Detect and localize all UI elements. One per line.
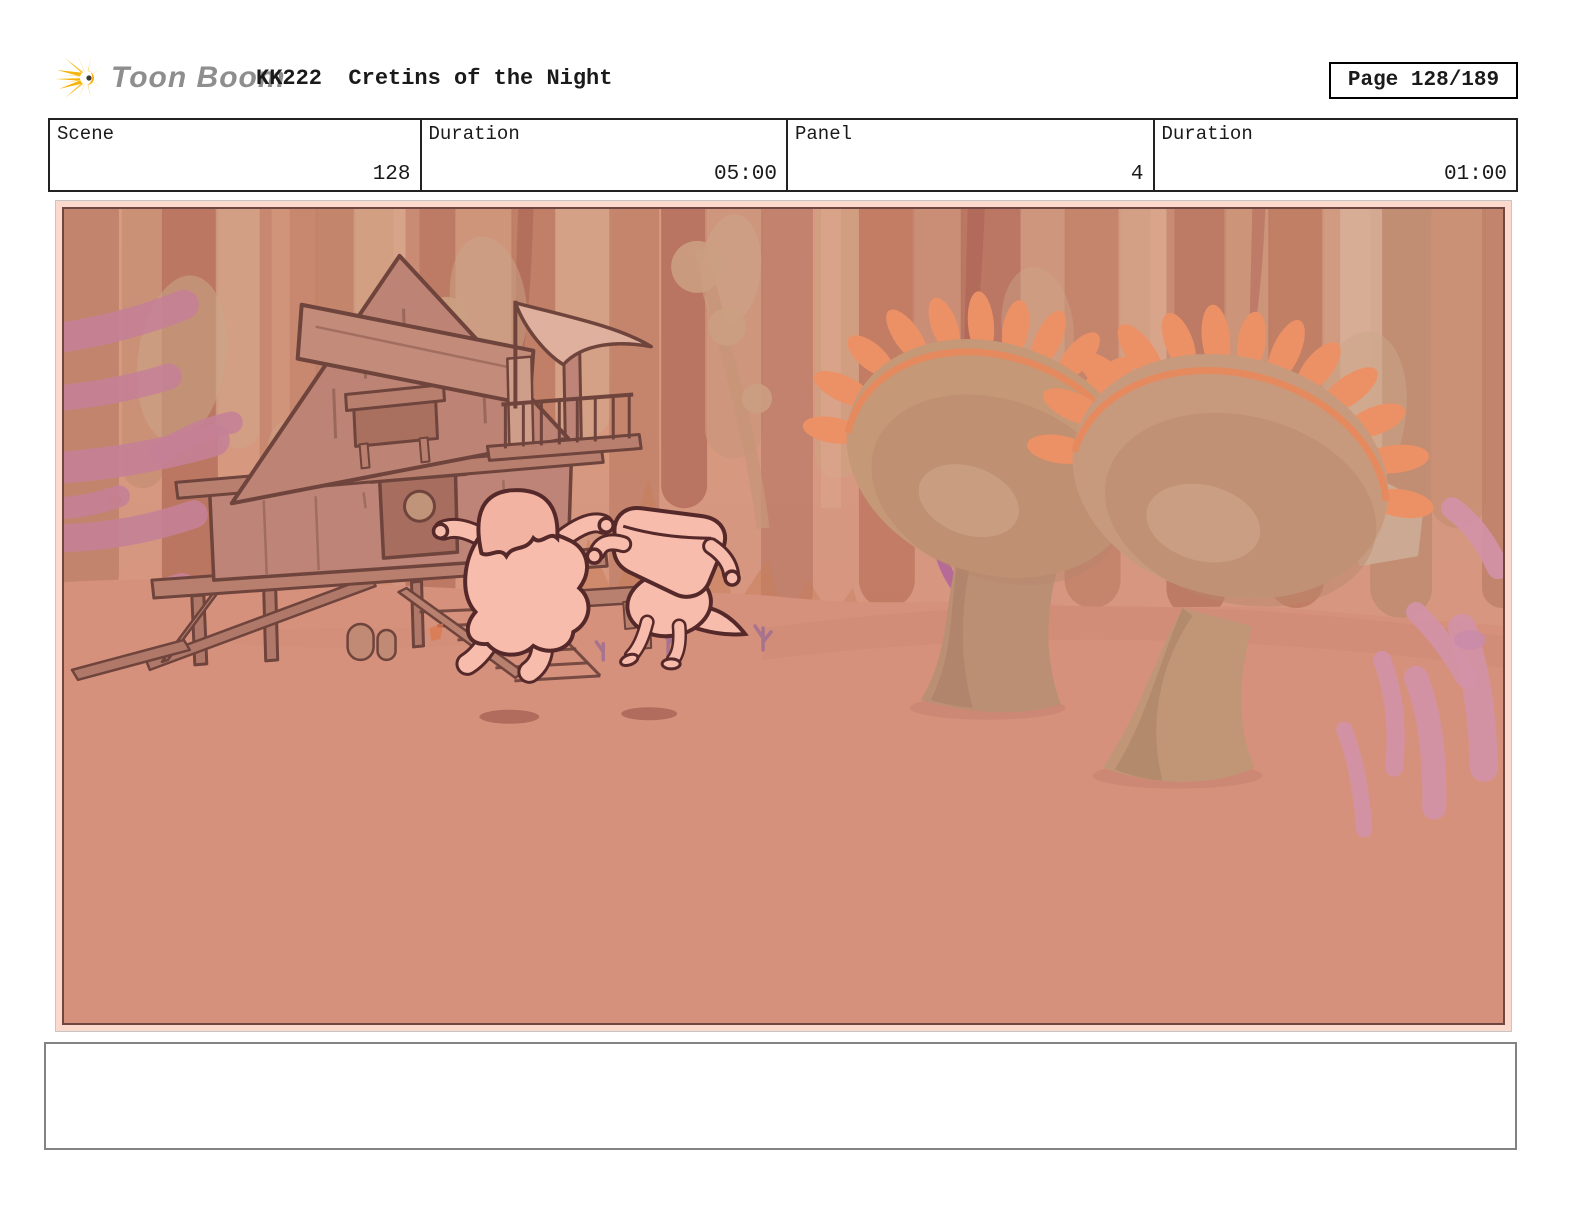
coral-blob <box>1454 629 1487 650</box>
storyboard-page: Toon Boom KK222 Cretins of the Night Pag… <box>0 0 1584 1224</box>
panel-frame <box>55 200 1512 1032</box>
scene-label: Scene <box>57 123 115 145</box>
toonboom-starburst-icon <box>55 54 101 102</box>
panel-duration-value: 01:00 <box>1443 163 1507 186</box>
table-cell-scene-duration: Duration 05:00 <box>419 120 787 190</box>
scene-duration-value: 05:00 <box>713 163 777 186</box>
panel-label: Panel <box>795 123 853 145</box>
table-cell-panel: Panel 4 <box>786 120 1153 190</box>
caption-box <box>44 1042 1517 1150</box>
panel-info-table: Scene 128 Duration 05:00 Panel 4 Duratio… <box>48 118 1518 192</box>
storyboard-panel-artwork <box>62 207 1505 1025</box>
panel-value: 4 <box>1130 163 1144 186</box>
scene-duration-label: Duration <box>428 123 520 145</box>
table-cell-panel-duration: Duration 01:00 <box>1152 120 1517 190</box>
table-cell-scene: Scene 128 <box>50 120 420 190</box>
panel-duration-label: Duration <box>1161 123 1253 145</box>
scene-value: 128 <box>372 163 411 186</box>
artwork-svg <box>64 209 1503 1023</box>
toonboom-logo: Toon Boom <box>55 52 286 104</box>
document-title: KK222 Cretins of the Night <box>256 66 613 91</box>
page-number-box: Page 128/189 <box>1329 62 1518 99</box>
